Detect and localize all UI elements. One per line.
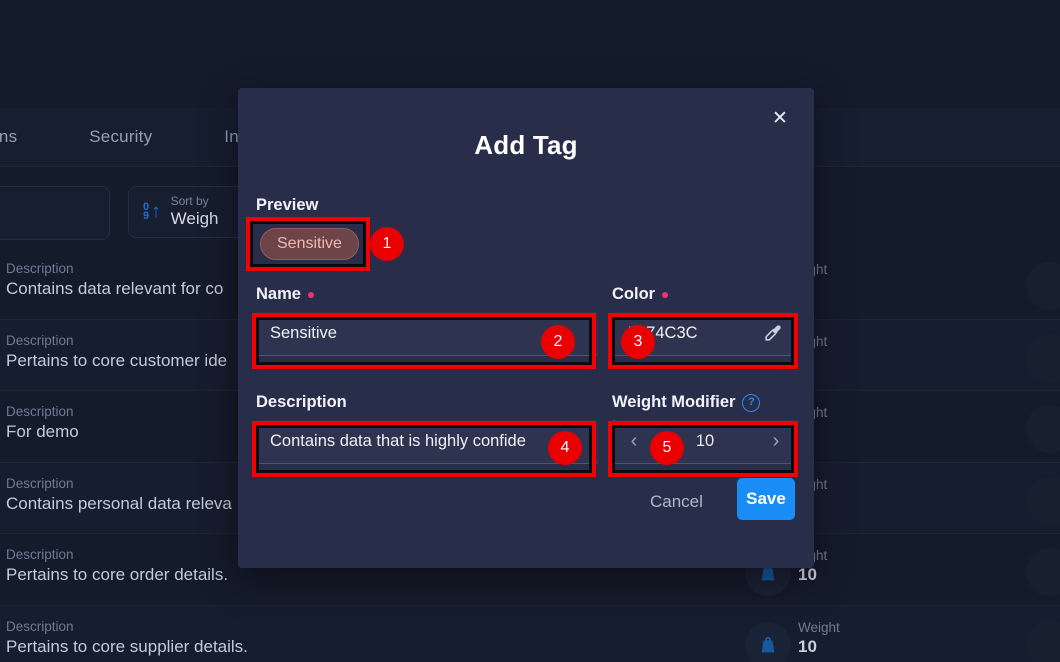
row-action-circle[interactable] [1026,333,1060,382]
color-input[interactable]: #E74C3C [612,312,796,356]
row-description-label: Description [6,332,74,348]
description-label-text: Description [256,393,347,411]
name-label: Name [256,285,314,304]
arrow-up-icon: ↑ [151,201,161,222]
name-input[interactable]: Sensitive [256,312,598,356]
row-description-label: Description [6,475,74,491]
dialog-title: Add Tag [474,130,578,160]
row-description-value: Pertains to core supplier details. [6,636,248,656]
row-weight-value: 10 [798,565,817,584]
nav-item-connections[interactable]: ections [0,127,23,147]
weight-icon [745,621,791,662]
preview-label: Preview [256,196,318,215]
chevron-right-icon[interactable]: › [756,420,796,463]
description-input-value: Contains data that is highly confide [270,432,526,450]
sort-by-value: Weigh [170,209,219,229]
row-description-label: Description [6,618,74,634]
description-input[interactable]: Contains data that is highly confide [256,420,598,464]
row-description-value: Pertains to core customer ide [6,350,228,370]
sort-numeric-asc-icon: 0 9 ↑ [143,201,161,222]
save-button[interactable]: Save [737,478,795,520]
color-input-value: #E74C3C [626,324,698,342]
row-description: Description Pertains to core order detail… [6,547,228,585]
row-weight-label: Weight [798,619,840,635]
row-weight-value: 10 [798,636,817,656]
screen: ections Security Int 0 9 ↑ Sort by Weigh… [0,0,1060,662]
add-tag-dialog: ✕ Add Tag Preview Sensitive Name Sensiti… [238,88,814,568]
tag-preview-chip: Sensitive [260,228,359,260]
row-description-value: For demo [6,422,79,441]
row-action-circle[interactable] [1026,262,1060,310]
eyedropper-icon[interactable] [763,324,782,343]
row-description-value: Pertains to core order details. [6,565,229,584]
row-description-value: Contains data relevant for co [6,279,224,298]
row-description: Description Contains data relevant for co [6,261,223,299]
weight-modifier-label-text: Weight Modifier [612,393,736,411]
description-label: Description [256,393,347,412]
chevron-left-icon[interactable]: ‹ [614,420,654,463]
sort-by-label: Sort by [170,194,209,209]
row-description: Description Pertains to core supplier det… [6,619,248,657]
row-description: Description For demo [6,404,79,442]
nav-item-security[interactable]: Security [83,127,158,147]
tag-preview-chip-text: Sensitive [277,235,342,252]
row-weight: Weight 10 [798,620,840,657]
preview-label-text: Preview [256,196,319,214]
row-action-circle[interactable] [1026,548,1060,596]
row-action-circle[interactable] [1026,619,1060,662]
row-description: Description Pertains to core customer ide [6,333,227,371]
name-input-value: Sensitive [270,324,337,342]
name-label-text: Name [256,285,301,303]
row-description: Description Contains personal data releva [6,476,232,514]
table-row[interactable]: Description Pertains to core supplier det… [0,605,1060,662]
color-label: Color [612,285,669,304]
weight-modifier-label: Weight Modifier ? [612,393,761,412]
row-description-label: Description [6,404,74,419]
required-dot-icon [662,291,669,298]
row-action-circle[interactable] [1026,476,1060,525]
row-description-label: Description [6,547,74,562]
row-action-circle[interactable] [1026,405,1060,453]
sort-digit-bottom: 9 [143,210,150,222]
weight-modifier-stepper[interactable]: ‹ 10 › [612,420,796,464]
cancel-button[interactable]: Cancel [650,492,703,512]
search-input[interactable] [0,186,110,240]
color-label-text: Color [612,285,656,303]
row-description-value: Contains personal data releva [6,493,232,513]
row-description-label: Description [6,261,74,276]
required-dot-icon [307,291,314,298]
weight-modifier-value: 10 [695,432,715,450]
question-circle-icon[interactable]: ? [742,393,761,412]
